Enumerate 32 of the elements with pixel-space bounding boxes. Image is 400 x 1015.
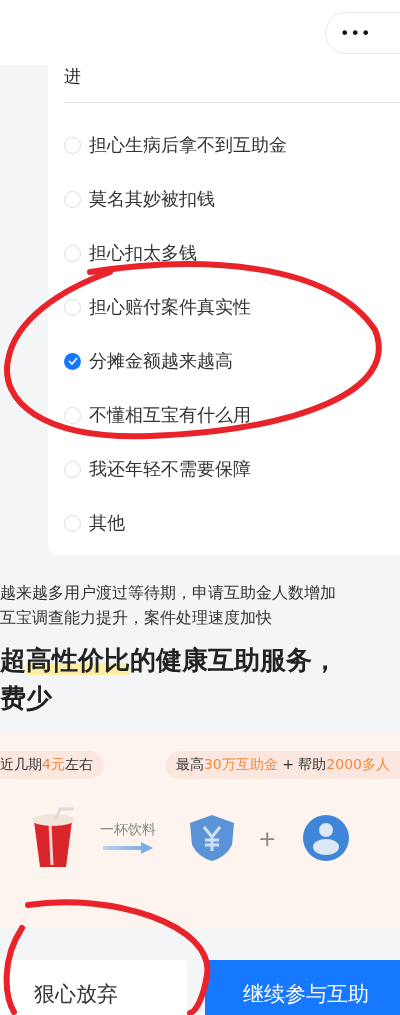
- continue-button[interactable]: 继续参与互助: [205, 960, 400, 1015]
- shield-icon: [188, 813, 236, 863]
- option-label[interactable]: 担心生病后拿不到互助金: [89, 133, 287, 157]
- question-text: 进: [64, 65, 400, 103]
- info-pill: 近几期4元左右: [0, 751, 103, 779]
- more-menu-button[interactable]: •••: [325, 12, 400, 54]
- option-label[interactable]: 分摊金额越来越高: [89, 349, 233, 373]
- option-label[interactable]: 担心扣太多钱: [89, 241, 197, 265]
- radio-button[interactable]: [64, 244, 81, 262]
- option-label[interactable]: 其他: [89, 511, 125, 535]
- radio-button[interactable]: [64, 352, 81, 370]
- info-text: 互宝调查能力提升，案件处理速度加快: [0, 608, 273, 629]
- radio-button[interactable]: [64, 514, 81, 532]
- radio-button[interactable]: [64, 136, 81, 154]
- headline-text: 超高性价比的健康互助服务，: [0, 644, 339, 677]
- radio-button[interactable]: [64, 298, 81, 316]
- arrow-label: 一杯饮料: [100, 821, 156, 839]
- user-avatar-icon: [302, 814, 351, 862]
- option-label[interactable]: 不懂相互宝有什么用: [89, 403, 251, 427]
- arrow-icon: [103, 841, 153, 855]
- radio-button[interactable]: [64, 406, 81, 424]
- plus-sign: +: [258, 825, 277, 851]
- radio-button[interactable]: [64, 190, 81, 208]
- option-label[interactable]: 担心赔付案件真实性: [89, 295, 251, 319]
- info-text: 越来越多用户渡过等待期，申请互助金人数增加: [0, 583, 337, 604]
- give-up-button[interactable]: 狠心放弃: [0, 960, 188, 1015]
- radio-button[interactable]: [64, 460, 81, 478]
- check-icon: [67, 357, 78, 365]
- option-label[interactable]: 莫名其妙被扣钱: [89, 187, 215, 211]
- headline-text: 费少: [0, 682, 53, 715]
- option-label[interactable]: 我还年轻不需要保障: [89, 457, 251, 481]
- info-pill: 最高30万互助金 + 帮助2000多人: [165, 751, 400, 779]
